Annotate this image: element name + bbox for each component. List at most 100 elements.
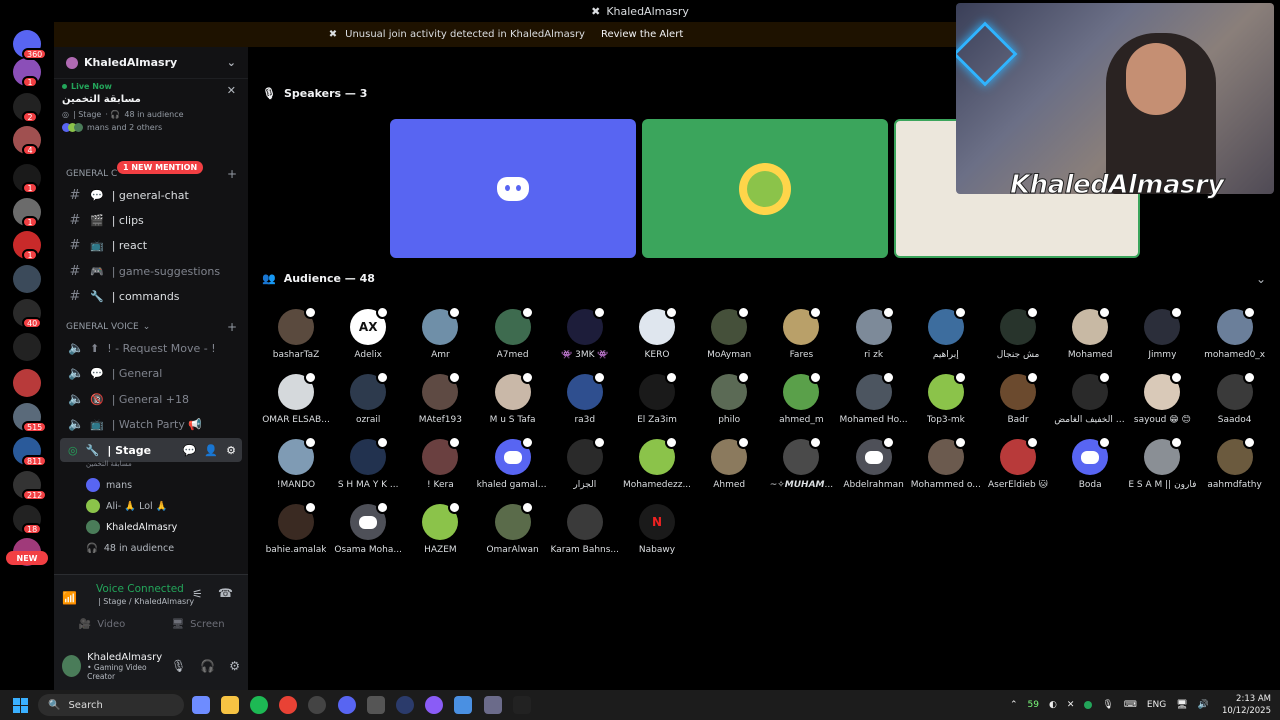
tray-app-icon[interactable]: ◐: [1049, 700, 1057, 710]
audience-member[interactable]: ra3d: [549, 371, 621, 436]
audience-member[interactable]: philo: [693, 371, 765, 436]
headphones-icon[interactable]: 🎧: [200, 659, 215, 673]
voice-status[interactable]: Voice Connected: [96, 583, 184, 595]
new-mention-badge[interactable]: 1 NEW MENTION: [117, 161, 204, 174]
voice-location[interactable]: | Stage / KhaledAlmasry: [98, 597, 194, 606]
server-icon[interactable]: [13, 265, 41, 293]
app-icon[interactable]: [425, 696, 443, 714]
audience-member[interactable]: El Za3im: [621, 371, 693, 436]
audience-member[interactable]: 👾 3MK 👾: [549, 306, 621, 371]
tray-status-icon[interactable]: [1084, 701, 1093, 709]
chevron-down-icon[interactable]: ⌄: [227, 56, 236, 69]
tray-app-icon[interactable]: ✕: [1067, 700, 1075, 710]
network-icon[interactable]: 🖥: [1176, 700, 1187, 710]
copilot-icon[interactable]: [192, 696, 210, 714]
tray-count[interactable]: 59: [1028, 700, 1039, 710]
new-badge[interactable]: NEW: [6, 551, 48, 565]
video-button[interactable]: 🎥 Video: [58, 613, 146, 635]
username[interactable]: KhaledAlmasry: [87, 652, 165, 663]
audience-member[interactable]: KERO: [621, 306, 693, 371]
audience-member[interactable]: S H MA Y K ...: [332, 436, 404, 501]
audience-member[interactable]: MAtef193: [404, 371, 476, 436]
audience-member[interactable]: aahmdfathy: [1199, 436, 1271, 501]
audience-member[interactable]: الجزار: [549, 436, 621, 501]
audience-member[interactable]: إبراهيم: [910, 306, 982, 371]
audience-member[interactable]: MoAyman: [693, 306, 765, 371]
audience-member[interactable]: Osama Moha...: [332, 501, 404, 566]
add-channel-icon[interactable]: +: [227, 167, 237, 181]
gamepad-icon[interactable]: [484, 696, 502, 714]
app-icon[interactable]: [513, 696, 531, 714]
text-channel[interactable]: # 📺 | react: [60, 233, 242, 257]
file-explorer-icon[interactable]: [221, 696, 239, 714]
text-channel[interactable]: # 💬 | general-chat: [60, 183, 242, 207]
audience-member[interactable]: OmarAlwan: [477, 501, 549, 566]
microphone-icon[interactable]: 🎙: [171, 659, 186, 673]
audience-member[interactable]: Mohamed Ho...: [838, 371, 910, 436]
audience-member[interactable]: mohamed0_x: [1199, 306, 1271, 371]
disconnect-icon[interactable]: ☎: [218, 586, 233, 600]
audience-member[interactable]: khaled gamal ...: [477, 436, 549, 501]
audience-member[interactable]: bahie.amalak: [260, 501, 332, 566]
voice-channel[interactable]: 🔈 🔞 | General +18: [60, 387, 242, 411]
notification-icon[interactable]: [1272, 698, 1276, 712]
store-icon[interactable]: [454, 696, 472, 714]
audience-member[interactable]: AserEldieb 🐱: [982, 436, 1054, 501]
category-general-voice[interactable]: GENERAL VOICE ⌄: [66, 322, 150, 332]
speaker-tile[interactable]: [642, 119, 888, 258]
review-alert-button[interactable]: Review the Alert: [601, 29, 683, 40]
audience-member[interactable]: Amr: [404, 306, 476, 371]
audience-member[interactable]: basharTaZ: [260, 306, 332, 371]
audience-member[interactable]: المعقد المختلف عن الخفيف الغامض: [1054, 371, 1126, 436]
stage-audience-count[interactable]: 🎧 48 in audience: [86, 539, 174, 557]
audience-member[interactable]: Abdelrahman: [838, 436, 910, 501]
gear-icon[interactable]: ⚙: [226, 444, 236, 457]
stage-user[interactable]: KhaledAlmasry: [86, 518, 177, 536]
audience-member[interactable]: OMAR ELSAB...: [260, 371, 332, 436]
voice-channel[interactable]: 🔈 💬 | General: [60, 361, 242, 385]
person-add-icon[interactable]: 👤: [204, 444, 218, 457]
keyboard-icon[interactable]: ⌨: [1124, 700, 1137, 710]
stage-channel[interactable]: ◎ 🔧 | Stage 💬 👤 ⚙: [60, 438, 242, 462]
audience-member[interactable]: AX Adelix: [332, 306, 404, 371]
text-channel[interactable]: # 🔧 | commands: [60, 284, 242, 308]
audience-member[interactable]: Mohamedezz...: [621, 436, 693, 501]
audience-member[interactable]: Top3-mk: [910, 371, 982, 436]
server-icon[interactable]: [13, 333, 41, 361]
stage-user[interactable]: mans: [86, 476, 132, 494]
chevron-down-icon[interactable]: ⌄: [1256, 272, 1266, 286]
live-stage-card[interactable]: Live Now مسابقة التخمين ◎ | Stage · 🎧 48…: [62, 82, 242, 152]
voice-channel[interactable]: 🔈 📺 | Watch Party 📢: [60, 412, 242, 436]
audience-member[interactable]: Boda: [1054, 436, 1126, 501]
audience-member[interactable]: N Nabawy: [621, 504, 693, 566]
audience-member[interactable]: Mohamed: [1054, 306, 1126, 371]
text-channel[interactable]: # 🎮 | game-suggestions: [60, 259, 242, 283]
app-icon[interactable]: [367, 696, 385, 714]
audience-member[interactable]: M u S Tafa: [477, 371, 549, 436]
chrome-icon[interactable]: [279, 696, 297, 714]
avatar[interactable]: [62, 655, 82, 677]
audience-member[interactable]: Karam Bahns...: [549, 504, 621, 566]
obs-icon[interactable]: [308, 696, 326, 714]
volume-icon[interactable]: 🔊: [1198, 700, 1209, 710]
audience-member[interactable]: Saado4: [1199, 371, 1271, 436]
audience-member[interactable]: !MANDO: [260, 436, 332, 501]
speaker-tile[interactable]: [390, 119, 636, 258]
gear-icon[interactable]: ⚙: [229, 659, 240, 673]
audience-member[interactable]: ri zk: [838, 306, 910, 371]
audience-member[interactable]: مش جنجال: [982, 306, 1054, 371]
audience-member[interactable]: HAZEM: [404, 501, 476, 566]
chevron-up-icon[interactable]: ⌃: [1010, 700, 1018, 710]
audience-member[interactable]: ahmed_m: [765, 371, 837, 436]
add-channel-icon[interactable]: +: [227, 320, 237, 334]
audience-member[interactable]: A7med: [477, 306, 549, 371]
windows-start-icon[interactable]: [13, 698, 28, 713]
noise-suppression-icon[interactable]: ⚟: [192, 587, 203, 601]
stage-user[interactable]: Ali- 🙏 Lol 🙏: [86, 497, 168, 515]
language-indicator[interactable]: ENG: [1147, 700, 1166, 710]
audience-member[interactable]: Fares: [765, 306, 837, 371]
discord-icon[interactable]: [338, 696, 356, 714]
audience-member[interactable]: ! Kera: [404, 436, 476, 501]
server-icon[interactable]: [13, 369, 41, 397]
audience-member[interactable]: E S A M || فارون: [1126, 436, 1198, 501]
